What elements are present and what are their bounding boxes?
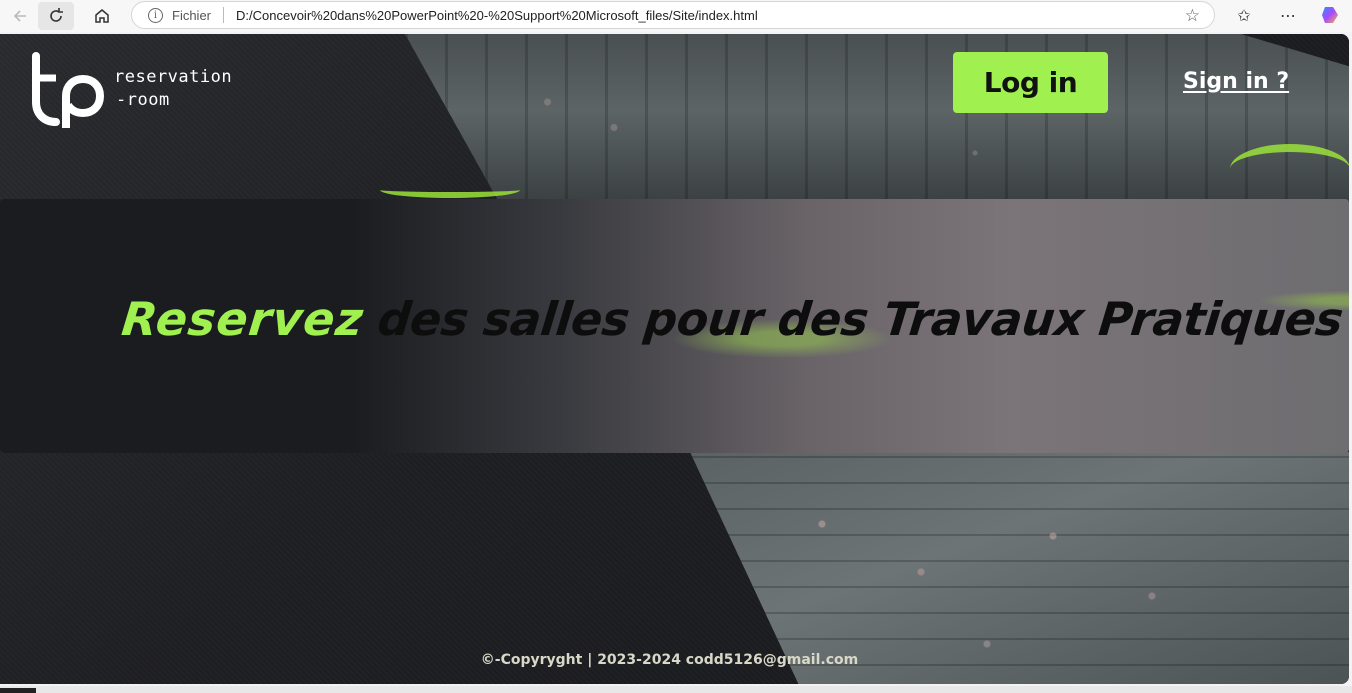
favorites-list-icon[interactable]: ✩ <box>1229 2 1259 28</box>
more-icon[interactable]: ⋯ <box>1273 2 1303 28</box>
scheme-label: Fichier <box>172 7 212 23</box>
page-viewport: reservation -room Log in Sign in ? Reser… <box>0 34 1349 684</box>
hero-tagline: des salles pour des Travaux Pratiques <box>375 292 1346 346</box>
footer-copyright: ©-Copyryght | 2023-2024 codd5126@gmail.c… <box>480 652 859 668</box>
copilot-icon[interactable] <box>1315 2 1345 28</box>
logo-line-1: reservation <box>114 67 233 87</box>
tp-logo-icon <box>32 52 105 128</box>
login-button[interactable]: Log in <box>953 52 1108 113</box>
strip-segment <box>0 688 36 693</box>
signin-link[interactable]: Sign in ? <box>1183 69 1289 94</box>
home-icon[interactable] <box>84 2 120 30</box>
favorite-star-icon[interactable]: ☆ <box>1185 6 1200 26</box>
site-logo[interactable]: reservation -room <box>30 52 232 132</box>
logo-text: reservation -room <box>114 66 232 112</box>
browser-toolbar: i Fichier D:/Concevoir%20dans%20PowerPoi… <box>0 0 1352 32</box>
address-bar[interactable]: i Fichier D:/Concevoir%20dans%20PowerPoi… <box>131 1 1215 29</box>
decorative-swoosh <box>1230 144 1349 194</box>
taskbar-strip <box>0 686 1352 693</box>
hero-title: Reservez des salles pour des Travaux Pra… <box>0 292 1349 352</box>
background-photo-bottom <box>690 452 1349 684</box>
decorative-swoosh <box>380 182 520 198</box>
divider <box>223 7 225 23</box>
logo-line-2: -room <box>116 90 170 110</box>
url-text[interactable]: D:/Concevoir%20dans%20PowerPoint%20-%20S… <box>236 8 758 23</box>
hero-highlight: Reservez <box>119 292 367 346</box>
background-photo-top <box>405 34 1349 204</box>
back-arrow-icon[interactable] <box>2 2 38 30</box>
reload-icon[interactable] <box>38 2 74 30</box>
info-icon[interactable]: i <box>148 7 163 23</box>
